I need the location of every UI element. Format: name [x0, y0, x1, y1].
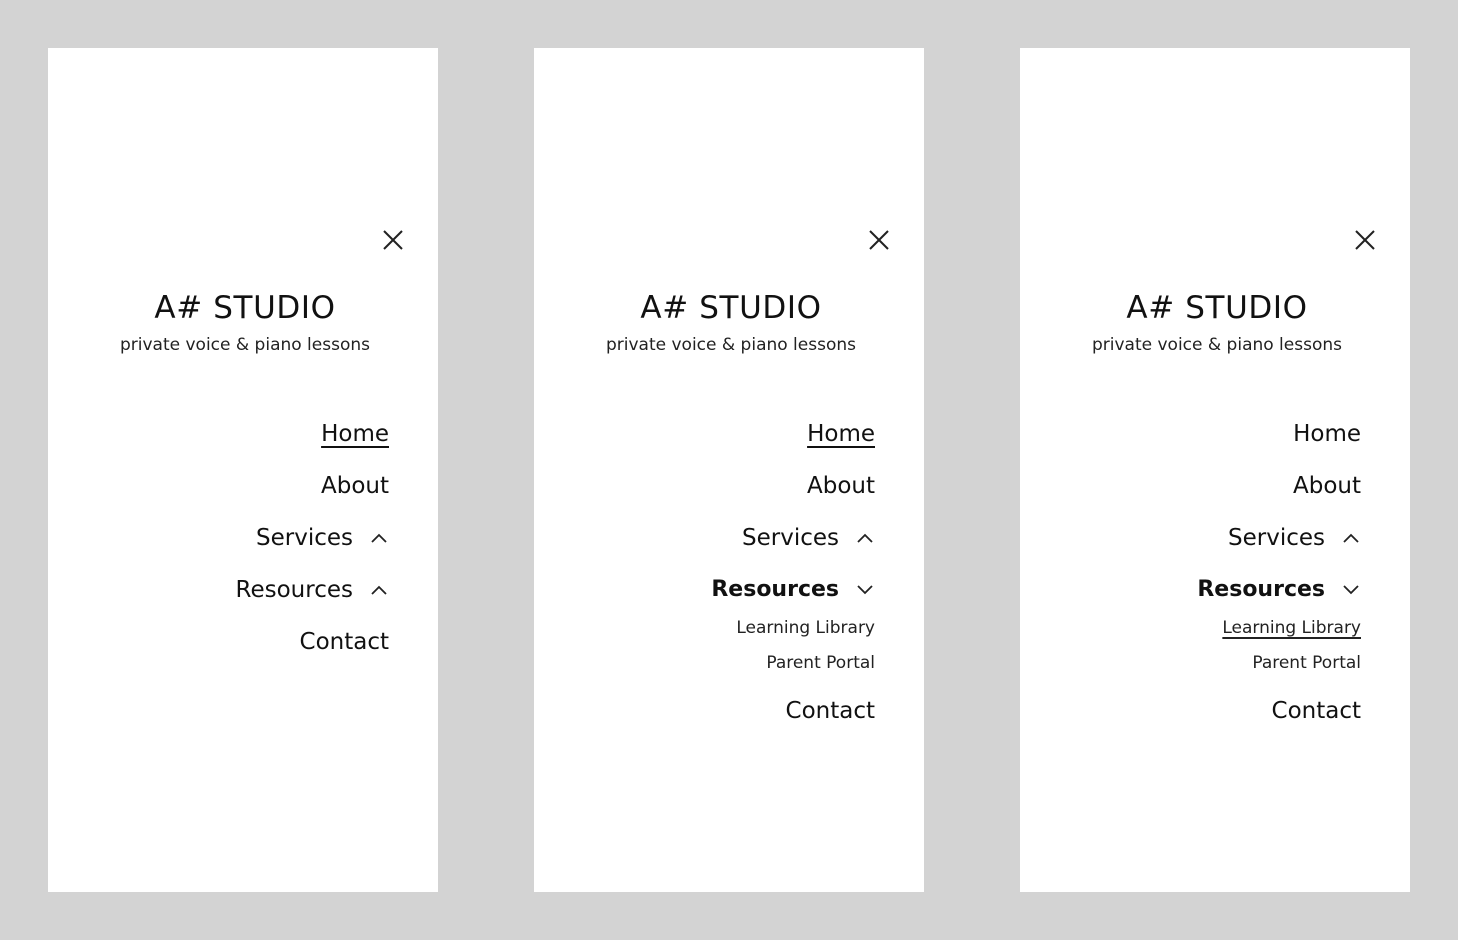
nav-item-services[interactable]: Services [1228, 522, 1361, 554]
nav-item-label: Resources [1197, 577, 1325, 602]
chevron-up-icon[interactable] [371, 585, 387, 595]
nav-item-resources[interactable]: Resources [711, 574, 875, 606]
brand-tagline: private voice & piano lessons [605, 335, 856, 355]
mobile-menu-panel-collapsed: A# STUDIO private voice & piano lessons … [48, 48, 438, 892]
nav-item-contact[interactable]: Contact [1272, 695, 1361, 727]
nav-item-label: Home [1293, 421, 1361, 447]
chevron-up-icon[interactable] [857, 533, 873, 543]
nav-item-home[interactable]: Home [807, 418, 875, 450]
brand-title[interactable]: A# STUDIO [1020, 288, 1414, 328]
nav-item-services[interactable]: Services [742, 522, 875, 554]
nav-item-about[interactable]: About [807, 470, 875, 502]
nav-item-resources[interactable]: Resources [1197, 574, 1361, 606]
nav-item-contact[interactable]: Contact [786, 695, 875, 727]
nav-item-label: Resources [711, 577, 839, 602]
nav-item-label: About [320, 473, 389, 499]
nav-item-label: Contact [1271, 698, 1361, 724]
nav-subitem-parent-portal[interactable]: Parent Portal [1252, 651, 1361, 675]
nav-item-contact[interactable]: Contact [300, 626, 389, 658]
close-button[interactable] [1355, 230, 1375, 250]
close-button[interactable] [383, 230, 403, 250]
nav-item-label: About [806, 473, 875, 499]
nav-item-label: Contact [299, 629, 389, 655]
close-icon [1355, 230, 1375, 250]
nav-item-label: About [1292, 473, 1361, 499]
chevron-up-icon[interactable] [371, 533, 387, 543]
chevron-up-icon[interactable] [1343, 533, 1359, 543]
nav-item-home[interactable]: Home [321, 418, 389, 450]
nav-item-home[interactable]: Home [1293, 418, 1361, 450]
nav-item-label: Contact [785, 698, 875, 724]
brand-tagline: private voice & piano lessons [1091, 335, 1342, 355]
nav-item-services[interactable]: Services [256, 522, 389, 554]
mobile-menu-panel-resources-expanded: A# STUDIO private voice & piano lessons … [534, 48, 924, 892]
nav-subitem-parent-portal[interactable]: Parent Portal [766, 651, 875, 675]
nav-item-resources[interactable]: Resources [236, 574, 389, 606]
nav-item-label: Services [742, 525, 839, 551]
nav-item-label: Services [256, 525, 353, 551]
mobile-menu-panel-learning-library-active: A# STUDIO private voice & piano lessons … [1020, 48, 1410, 892]
chevron-down-icon[interactable] [1343, 585, 1359, 595]
close-icon [383, 230, 403, 250]
chevron-down-icon[interactable] [857, 585, 873, 595]
nav-item-label: Home [321, 421, 389, 447]
brand-tagline: private voice & piano lessons [119, 335, 370, 355]
nav-item-label: Resources [235, 577, 353, 603]
nav-subitem-learning-library[interactable]: Learning Library [1222, 616, 1361, 640]
nav-item-label: Home [807, 421, 875, 447]
brand-title[interactable]: A# STUDIO [48, 288, 442, 328]
nav-item-about[interactable]: About [1293, 470, 1361, 502]
nav-item-label: Services [1228, 525, 1325, 551]
brand-title[interactable]: A# STUDIO [534, 288, 928, 328]
nav-subitem-learning-library[interactable]: Learning Library [736, 616, 875, 640]
close-icon [869, 230, 889, 250]
close-button[interactable] [869, 230, 889, 250]
nav-item-about[interactable]: About [321, 470, 389, 502]
